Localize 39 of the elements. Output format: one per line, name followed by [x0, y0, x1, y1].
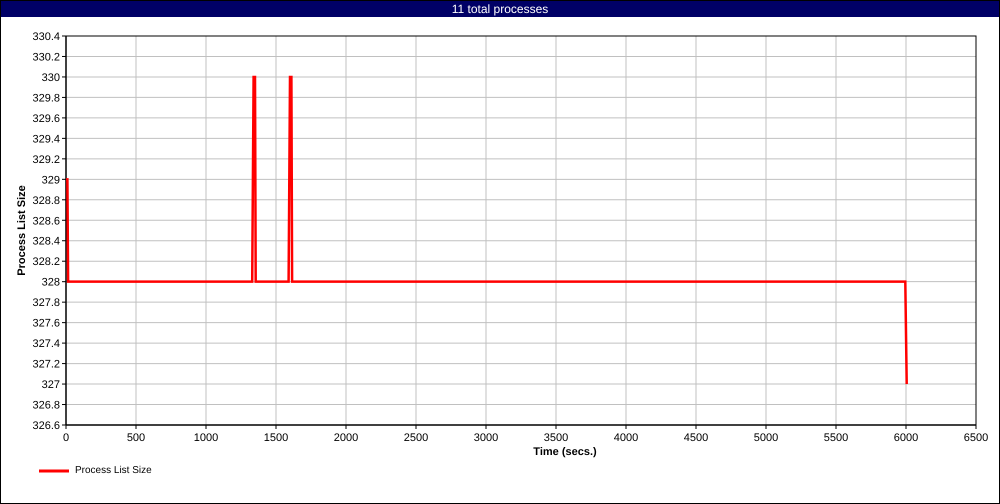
- tick-label: 1500: [264, 432, 288, 444]
- tick-label: 5000: [754, 432, 778, 444]
- tick-label: 327.6: [32, 318, 60, 330]
- tick-label: 2000: [334, 432, 358, 444]
- tick-label: 328.8: [32, 194, 60, 207]
- tick-label: 329.6: [32, 112, 60, 125]
- tick-label: 330.4: [32, 31, 60, 43]
- tick-label: 328.4: [32, 236, 60, 248]
- tick-label: 500: [126, 432, 146, 444]
- tick-label: 328.2: [32, 256, 60, 268]
- tick-label: 329.2: [32, 154, 60, 166]
- axis-title: Time (secs.): [533, 445, 597, 459]
- tick-label: 330: [42, 72, 60, 84]
- tick-label: 328: [42, 276, 60, 289]
- tick-label: 326.6: [32, 420, 60, 432]
- tick-label: 329: [42, 174, 60, 186]
- tick-label: 1000: [194, 432, 218, 444]
- tick-label: 4000: [614, 432, 638, 444]
- axis-title: Process List Size: [16, 185, 28, 276]
- tick-label: 327: [42, 379, 60, 392]
- tick-label: 2500: [404, 432, 428, 444]
- tick-label: 330.2: [32, 51, 60, 64]
- tick-label: 3000: [474, 432, 498, 444]
- tick-label: 6500: [964, 432, 988, 444]
- tick-label: 6000: [894, 432, 918, 444]
- tick-label: 327.2: [32, 358, 60, 371]
- legend-line-icon: [39, 468, 69, 472]
- tick-label: 326.8: [32, 400, 60, 412]
- tick-label: 3500: [544, 432, 568, 444]
- tick-label: 327.4: [32, 338, 60, 350]
- tick-label: 4500: [684, 432, 708, 444]
- tick-label: 5500: [824, 432, 848, 444]
- tick-label: 329.4: [32, 133, 60, 146]
- tick-label: 0: [62, 432, 70, 444]
- window-title: 11 total processes: [452, 3, 548, 15]
- tick-label: 327.8: [32, 297, 60, 310]
- tick-label: 328.6: [32, 215, 60, 228]
- tick-label: 329.8: [32, 92, 60, 104]
- legend-label: Process List Size: [75, 464, 152, 478]
